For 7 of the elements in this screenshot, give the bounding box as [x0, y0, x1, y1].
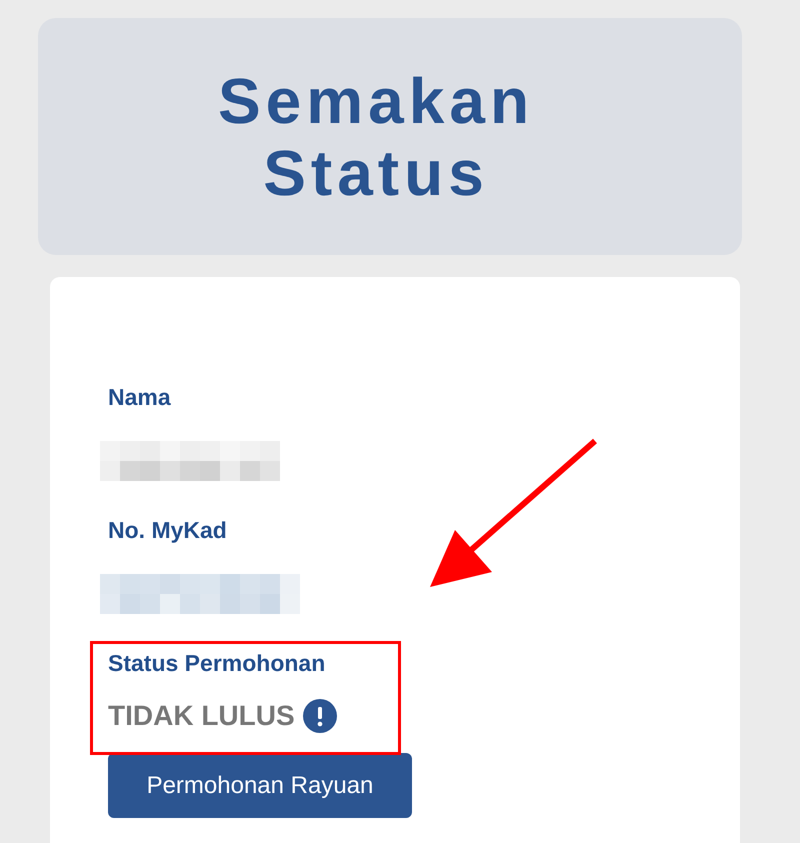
field-label: No. MyKad — [108, 517, 227, 544]
field-label: Nama — [108, 384, 171, 411]
field-label: Status Permohonan — [108, 650, 326, 677]
status-value: TIDAK LULUS — [108, 700, 295, 732]
appeal-button[interactable]: Permohonan Rayuan — [108, 753, 412, 818]
page-title: Semakan Status — [216, 64, 536, 208]
exclamation-icon — [302, 699, 337, 733]
